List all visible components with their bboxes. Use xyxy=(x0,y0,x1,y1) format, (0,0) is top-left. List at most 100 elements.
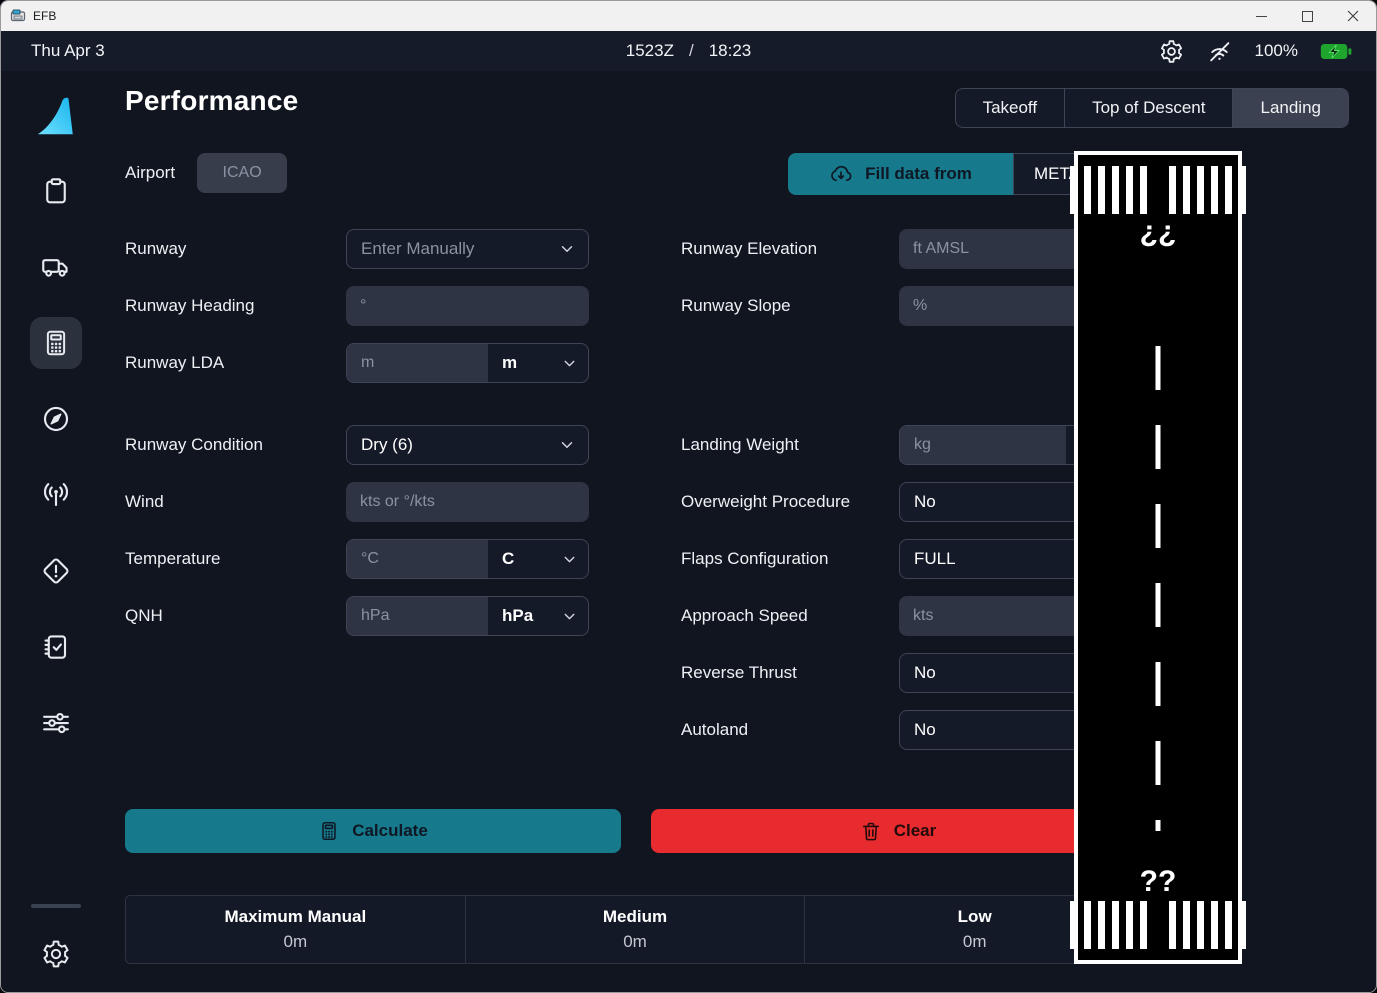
runway-stripe xyxy=(1140,901,1147,949)
fill-data-button[interactable]: Fill data from xyxy=(788,153,1013,195)
efb-window: EFB Thu Apr 3 1523Z / 18:23 100% xyxy=(0,0,1377,993)
app-body: Performance Takeoff Top of Descent Landi… xyxy=(1,71,1376,993)
sidebar-item-preferences[interactable] xyxy=(30,697,82,749)
temperature-unit-select[interactable]: C xyxy=(488,540,588,578)
runway-stripe xyxy=(1239,166,1246,214)
qnh-unit-select[interactable]: hPa xyxy=(488,597,588,635)
calculator-icon xyxy=(318,820,340,842)
tab-landing[interactable]: Landing xyxy=(1232,89,1348,127)
airport-icao-input[interactable] xyxy=(197,153,287,193)
result-value: 0m xyxy=(284,932,308,952)
landing-weight-label: Landing Weight xyxy=(681,425,899,465)
result-label: Low xyxy=(958,907,992,927)
runway-stripe xyxy=(1126,901,1133,949)
chevron-down-icon xyxy=(561,551,578,568)
status-clock: 1523Z / 18:23 xyxy=(626,41,751,61)
runway-stripe xyxy=(1225,166,1232,214)
minimize-icon xyxy=(1256,16,1267,17)
time-separator: / xyxy=(689,41,694,61)
sidebar-item-ground-ops[interactable] xyxy=(30,241,82,293)
sidebar-item-settings[interactable] xyxy=(30,928,82,980)
runway-stripe xyxy=(1197,901,1204,949)
calculate-button[interactable]: Calculate xyxy=(125,809,621,853)
utc-time: 1523Z xyxy=(626,41,674,61)
minimize-button[interactable] xyxy=(1238,1,1284,31)
runway-stripe xyxy=(1211,166,1218,214)
runway-stripe xyxy=(1169,901,1176,949)
hazard-diamond-icon xyxy=(41,556,71,586)
runway-near-designator: ?? xyxy=(1078,865,1238,899)
runway-elevation-label: Runway Elevation xyxy=(681,229,899,269)
tab-takeoff[interactable]: Takeoff xyxy=(956,89,1065,127)
chevron-down-icon xyxy=(558,240,576,258)
sidebar-item-warnings[interactable] xyxy=(30,545,82,597)
battery-charging-icon xyxy=(1320,43,1352,60)
runway-centerline xyxy=(1156,346,1161,831)
clear-button[interactable]: Clear xyxy=(651,809,1145,853)
runway-stripe xyxy=(1084,166,1091,214)
runway-stripe xyxy=(1070,166,1077,214)
result-medium: Medium 0m xyxy=(465,896,805,963)
temperature-field: C xyxy=(346,539,589,579)
runway-lda-unit-select[interactable]: m xyxy=(488,344,588,382)
runway-stripe xyxy=(1183,166,1190,214)
runway-stripe xyxy=(1169,166,1176,214)
runway-lda-input[interactable] xyxy=(347,344,488,382)
runway-far-designator: ¿¿ xyxy=(1078,215,1238,249)
battery-percent: 100% xyxy=(1255,41,1298,61)
status-bar: Thu Apr 3 1523Z / 18:23 100% xyxy=(1,31,1376,71)
sidebar-item-navigation[interactable] xyxy=(30,393,82,445)
runway-stripe xyxy=(1140,166,1147,214)
runway-label: Runway xyxy=(125,229,346,269)
wind-input[interactable] xyxy=(346,482,589,522)
sidebar-item-performance[interactable] xyxy=(30,317,82,369)
runway-stripe xyxy=(1211,901,1218,949)
runway-stripe xyxy=(1098,166,1105,214)
runway-stripe xyxy=(1197,166,1204,214)
status-icons: 100% xyxy=(1159,39,1352,64)
app-icon xyxy=(10,8,26,24)
phase-tabs: Takeoff Top of Descent Landing xyxy=(955,88,1349,128)
checklist-notebook-icon xyxy=(41,632,71,662)
runway-slope-label: Runway Slope xyxy=(681,286,899,326)
runway-stripe xyxy=(1225,901,1232,949)
airline-logo-icon[interactable] xyxy=(33,93,79,139)
close-icon xyxy=(1347,10,1359,22)
result-label: Maximum Manual xyxy=(224,907,366,927)
approach-speed-label: Approach Speed xyxy=(681,596,899,636)
local-time: 18:23 xyxy=(709,41,752,61)
result-value: 0m xyxy=(963,932,987,952)
chevron-down-icon xyxy=(561,355,578,372)
window-controls xyxy=(1238,1,1376,31)
sidebar-item-clipboard[interactable] xyxy=(30,165,82,217)
runway-select[interactable]: Enter Manually xyxy=(346,229,589,269)
runway-heading-input[interactable] xyxy=(346,286,589,326)
runway-stripe xyxy=(1112,166,1119,214)
temperature-input[interactable] xyxy=(347,540,488,578)
window-titlebar: EFB xyxy=(1,1,1376,31)
chevron-down-icon xyxy=(561,608,578,625)
cloud-download-icon xyxy=(829,162,853,186)
settings-gear-icon[interactable] xyxy=(1159,39,1184,64)
qnh-input[interactable] xyxy=(347,597,488,635)
landing-weight-input[interactable] xyxy=(900,426,1066,464)
close-button[interactable] xyxy=(1330,1,1376,31)
sidebar-item-broadcast[interactable] xyxy=(30,469,82,521)
antenna-icon xyxy=(41,480,71,510)
runway-stripe xyxy=(1126,166,1133,214)
autoland-label: Autoland xyxy=(681,710,899,750)
calculator-icon xyxy=(41,328,71,358)
sidebar-item-checklist[interactable] xyxy=(30,621,82,673)
wifi-off-icon xyxy=(1206,39,1233,64)
performance-form: Runway Enter Manually Runway Elevation R… xyxy=(125,229,1145,750)
runway-condition-select[interactable]: Dry (6) xyxy=(346,425,589,465)
compass-icon xyxy=(41,404,71,434)
reverse-thrust-label: Reverse Thrust xyxy=(681,653,899,693)
runway-heading-label: Runway Heading xyxy=(125,286,346,326)
runway-threshold-stripes-top xyxy=(1078,166,1238,214)
tab-top-of-descent[interactable]: Top of Descent xyxy=(1064,89,1232,127)
runway-lda-label: Runway LDA xyxy=(125,343,346,383)
status-date: Thu Apr 3 xyxy=(31,41,105,61)
settings-gear-icon xyxy=(41,939,71,969)
maximize-button[interactable] xyxy=(1284,1,1330,31)
